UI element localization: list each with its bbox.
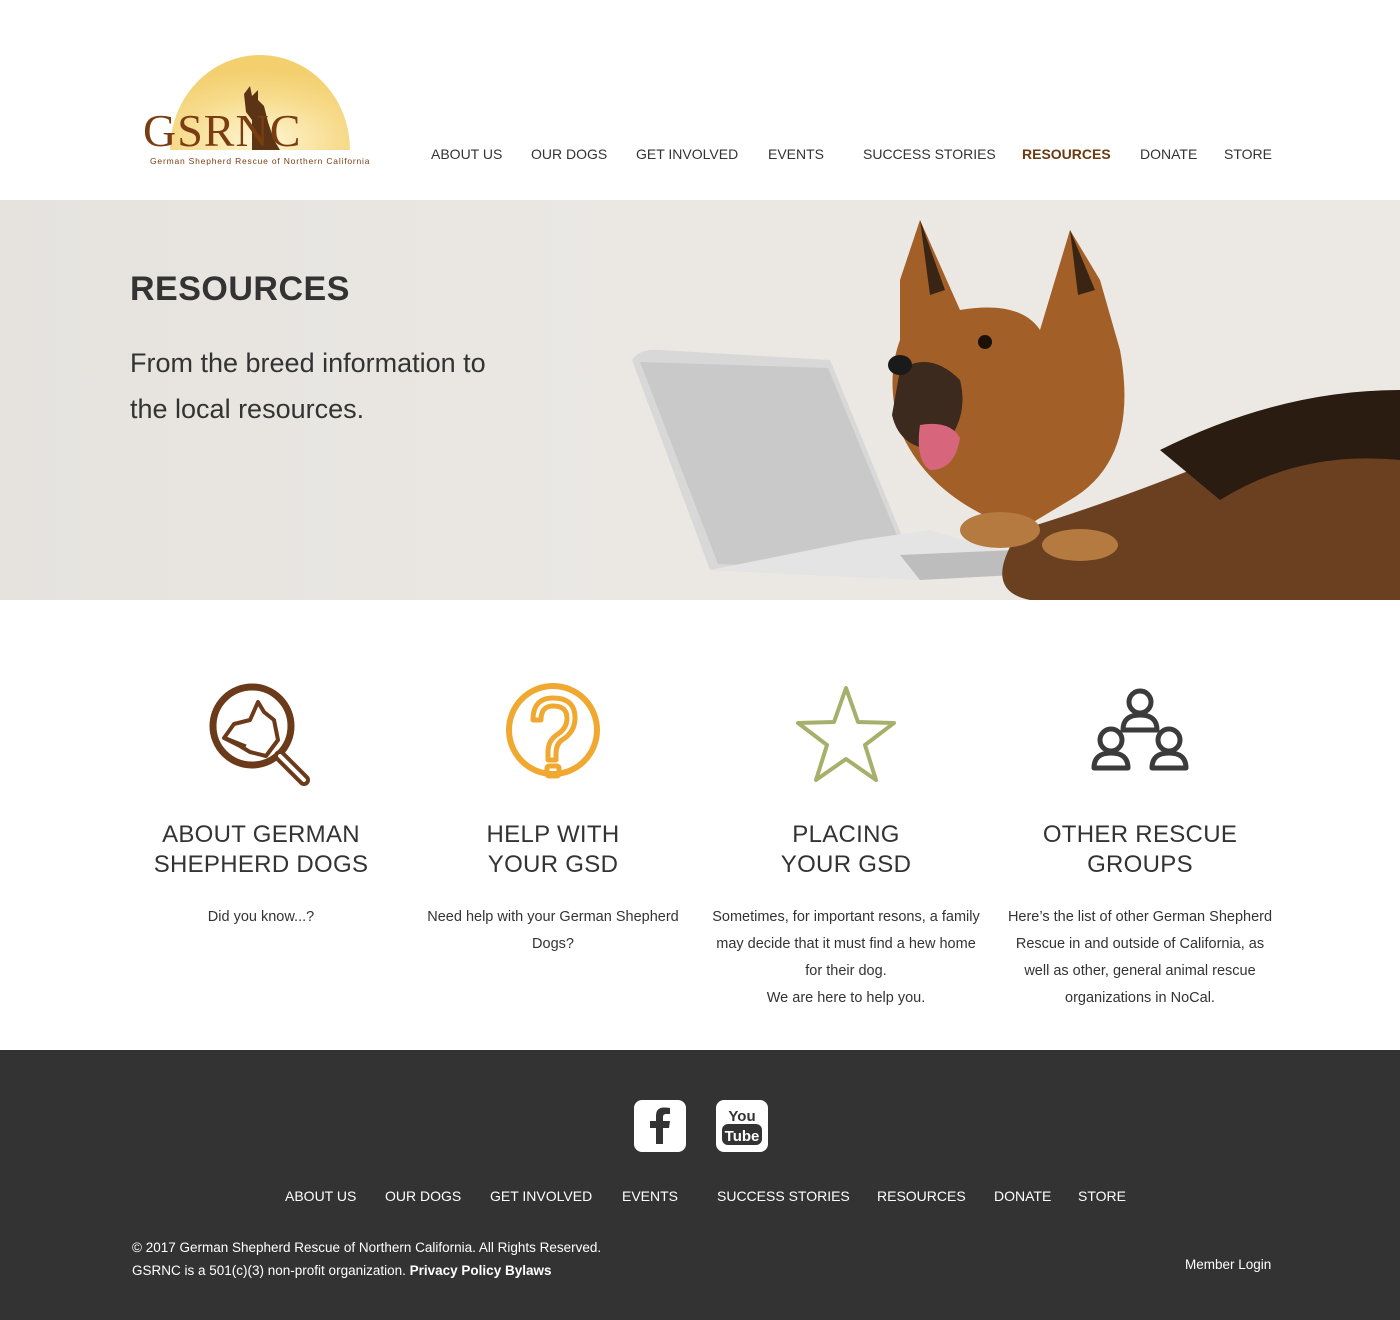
nav-resources[interactable]: RESOURCES — [1022, 146, 1111, 162]
nav-our-dogs[interactable]: OUR DOGS — [531, 146, 607, 162]
dog-with-laptop-image — [632, 220, 1400, 600]
group-people-icon[interactable] — [1085, 680, 1195, 790]
facebook-icon[interactable] — [634, 1100, 686, 1152]
feature-text: Sometimes, for important resons, a famil… — [712, 909, 980, 1006]
magnifier-dog-icon[interactable] — [206, 680, 316, 790]
nonprofit-text: GSRNC is a 501(c)(3) non-profit organiza… — [132, 1263, 406, 1278]
feature-title[interactable]: PLACING YOUR GSD — [701, 820, 991, 880]
feature-help-gsd: HELP WITH YOUR GSD Need help with your Ge… — [408, 680, 698, 958]
nav-success-stories[interactable]: SUCCESS STORIES — [863, 146, 996, 162]
copyright-block: © 2017 German Shepherd Rescue of Norther… — [132, 1236, 601, 1282]
footer-nav-events[interactable]: EVENTS — [622, 1188, 678, 1204]
site-header: GSRNC German Shepherd Rescue of Northern… — [0, 0, 1400, 200]
feature-title[interactable]: ABOUT GERMAN SHEPHERD DOGS — [116, 820, 406, 880]
footer-nav-about-us[interactable]: ABOUT US — [285, 1188, 356, 1204]
star-icon[interactable] — [791, 680, 901, 790]
nav-about-us[interactable]: ABOUT US — [431, 146, 502, 162]
bylaws-link[interactable]: Bylaws — [505, 1263, 552, 1278]
youtube-you: You — [728, 1108, 755, 1125]
nav-events[interactable]: EVENTS — [768, 146, 824, 162]
feature-placing-gsd: PLACING YOUR GSD Sometimes, for important… — [701, 680, 991, 1012]
site-footer: You Tube ABOUT US OUR DOGS GET INVOLVED … — [0, 1050, 1400, 1320]
feature-text: Need help with your German Shepherd Dogs… — [427, 909, 679, 952]
feature-other-groups: OTHER RESCUE GROUPS Here’s the list of ot… — [995, 680, 1285, 1012]
member-login-link[interactable]: Member Login — [1185, 1257, 1271, 1272]
footer-nav-success-stories[interactable]: SUCCESS STORIES — [717, 1188, 850, 1204]
feature-text: Did you know...? — [207, 909, 315, 925]
privacy-policy-link[interactable]: Privacy Policy — [410, 1263, 502, 1278]
logo-text[interactable]: GSRNC — [143, 104, 301, 157]
page-title: RESOURCES — [130, 270, 350, 308]
hero-subtitle: From the breed information to the local … — [130, 348, 486, 424]
logo-subtitle: German Shepherd Rescue of Northern Calif… — [150, 156, 371, 166]
hero-banner: RESOURCES From the breed information to … — [0, 200, 1400, 600]
copyright-text: © 2017 German Shepherd Rescue of Norther… — [132, 1240, 602, 1255]
nav-store[interactable]: STORE — [1224, 146, 1272, 162]
nav-get-involved[interactable]: GET INVOLVED — [636, 146, 738, 162]
question-mark-icon[interactable] — [498, 680, 608, 790]
footer-nav-donate[interactable]: DONATE — [994, 1188, 1051, 1204]
footer-nav-store[interactable]: STORE — [1078, 1188, 1126, 1204]
youtube-icon[interactable]: You Tube — [716, 1100, 768, 1152]
feature-title[interactable]: OTHER RESCUE GROUPS — [995, 820, 1285, 880]
footer-nav-get-involved[interactable]: GET INVOLVED — [490, 1188, 592, 1204]
feature-about-gsd: ABOUT GERMAN SHEPHERD DOGS Did you know..… — [116, 680, 406, 931]
feature-text: Here’s the list of other German Shepherd… — [1007, 909, 1273, 1006]
footer-nav-resources[interactable]: RESOURCES — [877, 1188, 966, 1204]
footer-nav-our-dogs[interactable]: OUR DOGS — [385, 1188, 461, 1204]
feature-title[interactable]: HELP WITH YOUR GSD — [408, 820, 698, 880]
nav-donate[interactable]: DONATE — [1140, 146, 1197, 162]
youtube-tube: Tube — [725, 1128, 760, 1145]
